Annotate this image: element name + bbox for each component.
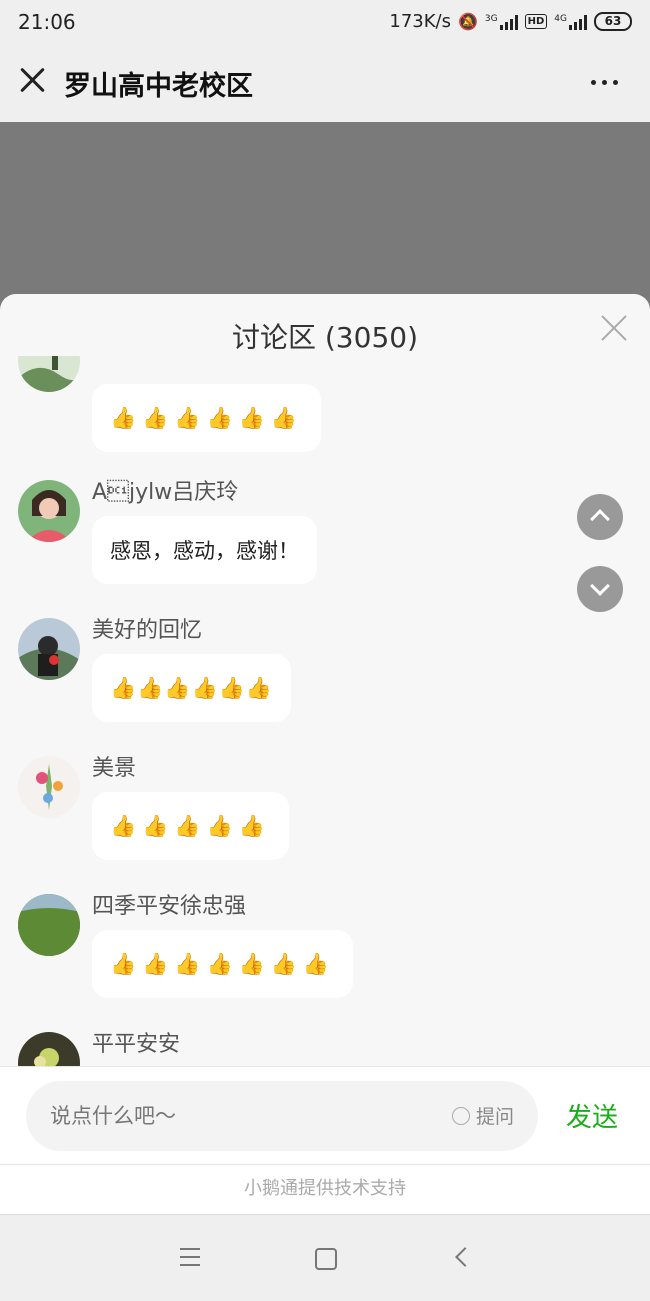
page-title: 罗山高中老校区: [64, 71, 253, 102]
avatar: [18, 894, 80, 956]
user-name: 四季平安徐忠强: [92, 894, 247, 919]
menu-icon[interactable]: [180, 1248, 200, 1272]
message-bubble: 👍👍👍👍👍👍👍: [92, 930, 354, 998]
avatar: [18, 356, 80, 392]
mute-bell-icon: 🔕: [458, 12, 478, 31]
radio-icon[interactable]: [452, 1106, 470, 1125]
sim2-signal-icon: 4G: [554, 14, 587, 30]
close-icon[interactable]: [18, 66, 46, 94]
close-panel-icon[interactable]: [600, 314, 628, 342]
user-name: 美景: [92, 756, 137, 781]
avatar: [18, 1032, 80, 1066]
message-bubble: 感恩，感动，感谢！: [92, 516, 317, 584]
user-name: Ajylw吕庆玲: [92, 480, 239, 505]
scroll-up-button[interactable]: [577, 494, 623, 540]
dimmed-overlay[interactable]: [0, 122, 650, 312]
tech-support-footer: 小鹅通提供技术支持: [0, 1164, 650, 1215]
message-list[interactable]: 👍👍👍👍👍👍 Ajylw吕庆玲 感恩，感动，感谢！ 美好的回忆 👍👍👍👍👍👍 …: [0, 356, 650, 1066]
back-icon[interactable]: [455, 1247, 475, 1267]
title-bar: 罗山高中老校区: [0, 44, 650, 122]
message-bubble: 👍👍👍👍👍: [92, 792, 289, 860]
message-bubble: 👍👍👍👍👍👍: [92, 654, 291, 722]
ask-question-toggle[interactable]: 提问: [452, 1102, 514, 1129]
avatar: [18, 756, 80, 818]
status-icons: 173K/s 🔕 3G HD 4G 63: [389, 11, 632, 32]
compose-bar: 提问 发送: [0, 1066, 650, 1165]
send-button[interactable]: 发送: [566, 1097, 618, 1134]
avatar: [18, 618, 80, 680]
battery-icon: 63: [594, 12, 632, 31]
user-name: 美好的回忆: [92, 618, 203, 643]
home-icon[interactable]: [315, 1248, 337, 1270]
status-bar: 21:06 173K/s 🔕 3G HD 4G 63: [0, 0, 650, 44]
more-options-icon[interactable]: [591, 80, 618, 85]
discussion-title: 讨论区 (3050): [231, 321, 418, 354]
scroll-down-button[interactable]: [577, 566, 623, 612]
message-bubble: 👍👍👍👍👍👍: [92, 384, 321, 452]
sim1-signal-icon: 3G: [485, 14, 518, 30]
status-time: 21:06: [18, 10, 76, 34]
hd-voice-icon: HD: [524, 14, 548, 29]
net-speed: 173K/s: [389, 11, 451, 32]
ask-label: 提问: [476, 1106, 515, 1128]
user-name: 平平安安: [92, 1032, 181, 1057]
discussion-panel: 讨论区 (3050) 👍👍👍👍👍👍 Ajylw吕庆玲 感恩，感动，感谢！ 美好…: [0, 294, 650, 1300]
system-nav-bar: [0, 1214, 650, 1301]
avatar: [18, 480, 80, 542]
